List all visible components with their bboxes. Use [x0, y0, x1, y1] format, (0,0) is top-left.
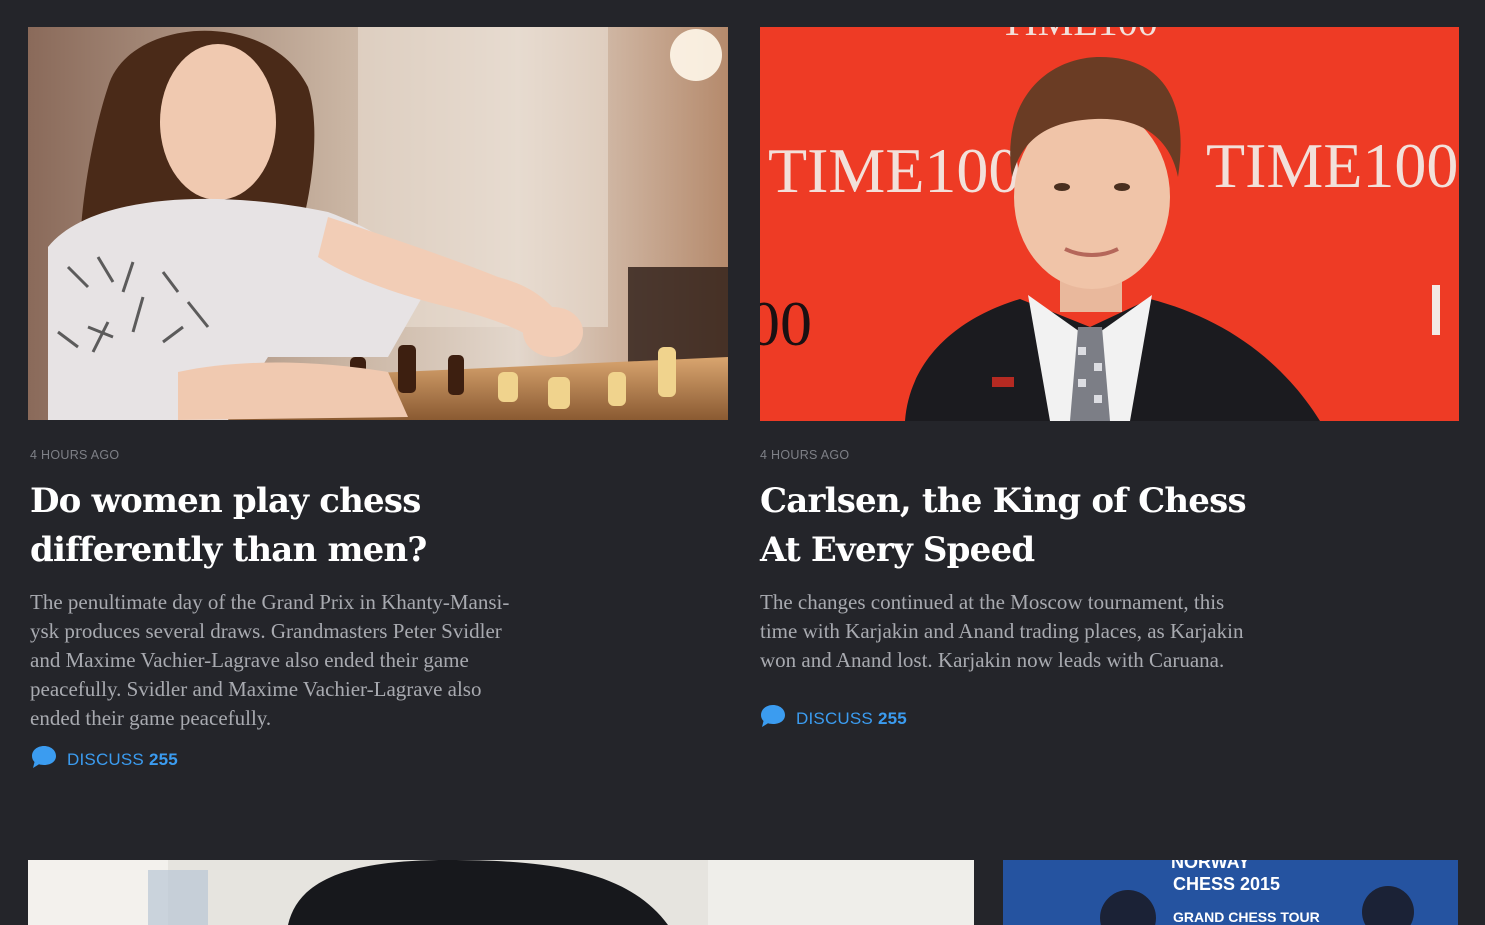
grand-chess-tour-text: GRAND CHESS TOUR — [1173, 909, 1320, 925]
speech-bubble-icon — [760, 703, 786, 729]
discuss-count: 255 — [877, 709, 907, 728]
summary-line: peacefully. Svidler and Maxime Vachier-L… — [30, 677, 482, 701]
summary-line: ended their game peacefully. — [30, 706, 272, 730]
norway-chess-photo: NORWAY CHESS 2015 GRAND CHESS TOUR — [1003, 860, 1458, 925]
summary-line: and Maxime Vachier-Lagrave also ended th… — [30, 648, 469, 672]
article-summary: The changes continued at the Moscow tour… — [760, 588, 1243, 675]
man-portrait-photo — [28, 860, 974, 925]
backdrop-text: TIME100 — [1000, 27, 1158, 44]
discuss-label: DISCUSS — [67, 750, 144, 769]
article-image-norway-chess[interactable]: NORWAY CHESS 2015 GRAND CHESS TOUR — [1003, 860, 1458, 925]
article-title-line: Carlsen, the King of Chess — [760, 481, 1247, 521]
article-card-women-chess[interactable]: 4 HOURS AGO Do women play chess differen… — [0, 0, 740, 800]
summary-line: time with Karjakin and Anand trading pla… — [760, 619, 1244, 643]
discuss-count: 255 — [148, 750, 178, 769]
article-title-line: differently than men? — [30, 530, 427, 570]
norway-text: NORWAY — [1171, 860, 1250, 872]
article-image-man-portrait[interactable] — [28, 860, 974, 925]
woman-playing-chess-photo — [28, 27, 728, 420]
article-timestamp: 4 HOURS AGO — [760, 448, 850, 462]
article-image-carlsen[interactable]: TIME100 TIME100 TIME100 00 — [760, 27, 1459, 421]
article-title-line: At Every Speed — [760, 530, 1035, 570]
article-timestamp: 4 HOURS AGO — [30, 448, 120, 462]
svg-text:00: 00 — [760, 288, 812, 359]
article-title-line: Do women play chess — [30, 481, 421, 521]
chess-2015-text: CHESS 2015 — [1173, 874, 1280, 894]
article-image-woman-playing-chess[interactable] — [28, 27, 728, 420]
summary-line: ysk produces several draws. Grandmasters… — [30, 619, 502, 643]
summary-line: The changes continued at the Moscow tour… — [760, 590, 1225, 614]
summary-line: The penultimate day of the Grand Prix in… — [30, 590, 510, 614]
summary-line: won and Anand lost. Karjakin now leads w… — [760, 648, 1225, 672]
carlsen-time100-photo: TIME100 TIME100 TIME100 00 — [760, 27, 1459, 421]
discuss-label: DISCUSS — [796, 709, 873, 728]
article-card-carlsen[interactable]: TIME100 TIME100 TIME100 00 4 — [740, 0, 1485, 800]
discuss-link[interactable]: DISCUSS 255 — [760, 705, 907, 729]
article-title[interactable]: Carlsen, the King of Chess At Every Spee… — [760, 477, 1247, 575]
speech-bubble-icon — [31, 744, 57, 770]
article-title[interactable]: Do women play chess differently than men… — [30, 477, 427, 575]
backdrop-text: TIME100 — [1206, 130, 1458, 201]
backdrop-text: TIME100 — [768, 135, 1020, 206]
article-summary: The penultimate day of the Grand Prix in… — [30, 588, 509, 733]
discuss-link[interactable]: DISCUSS 255 — [31, 746, 178, 770]
